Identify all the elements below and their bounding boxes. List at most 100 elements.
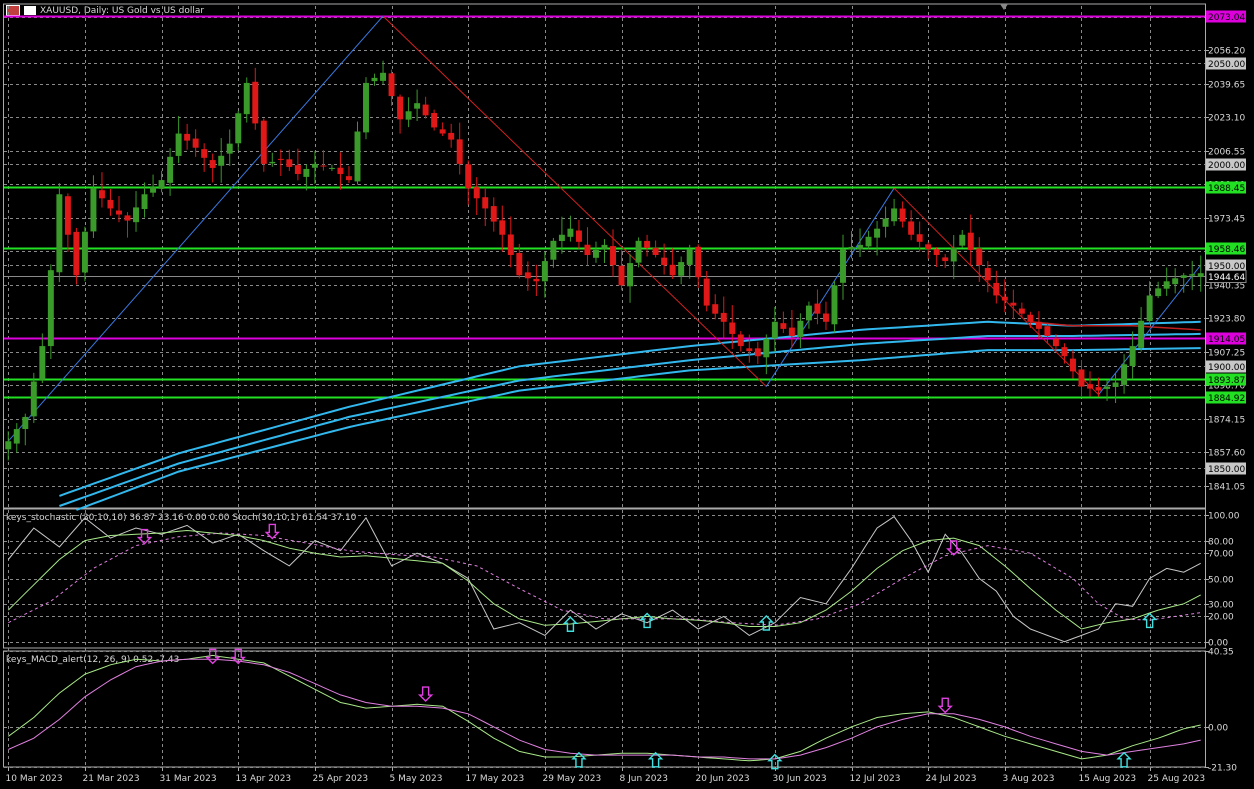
bullish-candle (1121, 364, 1128, 385)
bearish-candle (993, 282, 1000, 296)
bearish-candle (754, 348, 761, 357)
shift-marker-icon (1000, 4, 1008, 10)
level-label: 1944.64 (1208, 273, 1245, 283)
bullish-candle (414, 103, 421, 109)
bullish-candle (567, 228, 574, 237)
bullish-candle (1197, 273, 1204, 277)
buy-arrow-icon (571, 751, 587, 768)
bullish-candle (90, 188, 97, 232)
bullish-candle (243, 82, 250, 115)
x-tick-label: 5 May 2023 (390, 774, 443, 784)
bullish-candle (848, 246, 855, 250)
bearish-candle (703, 278, 710, 306)
indicator-line-0 (8, 654, 1201, 762)
bullish-candle (805, 305, 812, 321)
bearish-candle (499, 220, 506, 235)
level-label: 2073.04 (1208, 13, 1245, 23)
bearish-candle (473, 187, 480, 199)
bearish-candle (107, 199, 114, 209)
bullish-candle (47, 270, 54, 347)
indicator-y-tick-label: 70.00 (1208, 550, 1234, 560)
bullish-candle (959, 234, 966, 246)
bearish-candle (908, 221, 915, 235)
bearish-candle (533, 278, 540, 282)
indicator-y-tick-label: 50.00 (1208, 576, 1234, 586)
indicator-y-tick-label: 0.00 (1208, 724, 1228, 734)
bullish-candle (218, 155, 225, 166)
bullish-candle (5, 441, 12, 450)
x-tick-label: 29 May 2023 (543, 774, 602, 784)
x-tick-label: 25 Apr 2023 (313, 774, 369, 784)
x-tick-label: 30 Jun 2023 (773, 774, 827, 784)
bullish-candle (771, 321, 778, 339)
bearish-candle (584, 244, 591, 255)
bullish-candle (865, 236, 872, 247)
bearish-candle (260, 120, 267, 164)
bearish-candle (729, 322, 736, 334)
bearish-candle (788, 327, 795, 336)
bearish-candle (976, 248, 983, 266)
bullish-candle (601, 244, 608, 249)
bullish-candle (1155, 288, 1162, 297)
bullish-candle (1163, 281, 1170, 289)
bearish-candle (124, 215, 131, 221)
bullish-candle (22, 416, 29, 430)
bearish-candle (942, 257, 949, 262)
y-tick-label: 2023.10 (1208, 114, 1245, 124)
bullish-candle (354, 131, 361, 182)
bullish-candle (363, 82, 369, 133)
moving-average-line (59, 320, 1201, 497)
level-label: 1958.46 (1208, 245, 1245, 255)
level-label: 1893.87 (1208, 376, 1245, 386)
bullish-candle (831, 285, 838, 325)
bullish-candle (405, 111, 412, 120)
y-tick-label: 1907.25 (1208, 349, 1245, 359)
bullish-candle (797, 320, 804, 337)
indicator-y-tick-label: 80.00 (1208, 538, 1234, 548)
chart-window[interactable]: { "header": { "symbol_title": "XAUUSD, D… (0, 0, 1254, 789)
bearish-candle (1052, 338, 1059, 347)
bearish-candle (1061, 347, 1068, 357)
sell-arrow-icon (937, 697, 953, 714)
bullish-candle (328, 167, 335, 169)
bullish-candle (81, 231, 88, 273)
indicator-y-tick-label: 30.00 (1208, 601, 1234, 611)
bullish-candle (1180, 275, 1187, 278)
indicator-y-tick-label: 100.00 (1208, 512, 1240, 522)
bullish-candle (627, 263, 634, 287)
y-tick-label: 1841.05 (1208, 483, 1245, 493)
bearish-candle (524, 272, 531, 279)
zigzag-segment (382, 15, 767, 387)
y-tick-label: 2056.20 (1208, 47, 1245, 57)
moving-average-line (76, 347, 1201, 511)
bearish-candle (695, 246, 702, 278)
bullish-candle (857, 244, 864, 250)
bearish-candle (252, 81, 259, 124)
bearish-candle (967, 232, 974, 250)
level-label: 2000.00 (1208, 161, 1245, 171)
bullish-candle (1189, 274, 1196, 276)
bullish-candle (1112, 382, 1119, 387)
bullish-candle (133, 207, 140, 223)
y-tick-label: 2006.55 (1208, 148, 1245, 158)
buy-arrow-icon (758, 615, 775, 631)
bearish-candle (720, 312, 727, 322)
bearish-candle (644, 240, 651, 248)
indicator-y-tick-label: 20.00 (1208, 613, 1234, 623)
y-tick-label: 1857.60 (1208, 449, 1245, 459)
bullish-candle (1104, 386, 1111, 389)
price-chart[interactable]: 10 Mar 2023 21 Mar 2023 31 Mar 2023 13 Apr … (0, 0, 1254, 789)
bearish-candle (516, 252, 523, 276)
zigzag-segment (765, 187, 895, 387)
indicator-y-tick-label: -21.30 (1208, 764, 1237, 774)
bullish-candle (303, 168, 310, 177)
x-tick-label: 24 Jul 2023 (926, 774, 977, 784)
zigzag-segment (7, 15, 384, 442)
macd-pane-border (3, 650, 1206, 768)
bearish-candle (925, 244, 932, 249)
bullish-candle (874, 228, 881, 238)
bearish-candle (746, 348, 753, 352)
stochastic-pane-border (3, 508, 1206, 649)
sell-arrow-icon (417, 686, 434, 703)
bullish-candle (235, 113, 242, 144)
